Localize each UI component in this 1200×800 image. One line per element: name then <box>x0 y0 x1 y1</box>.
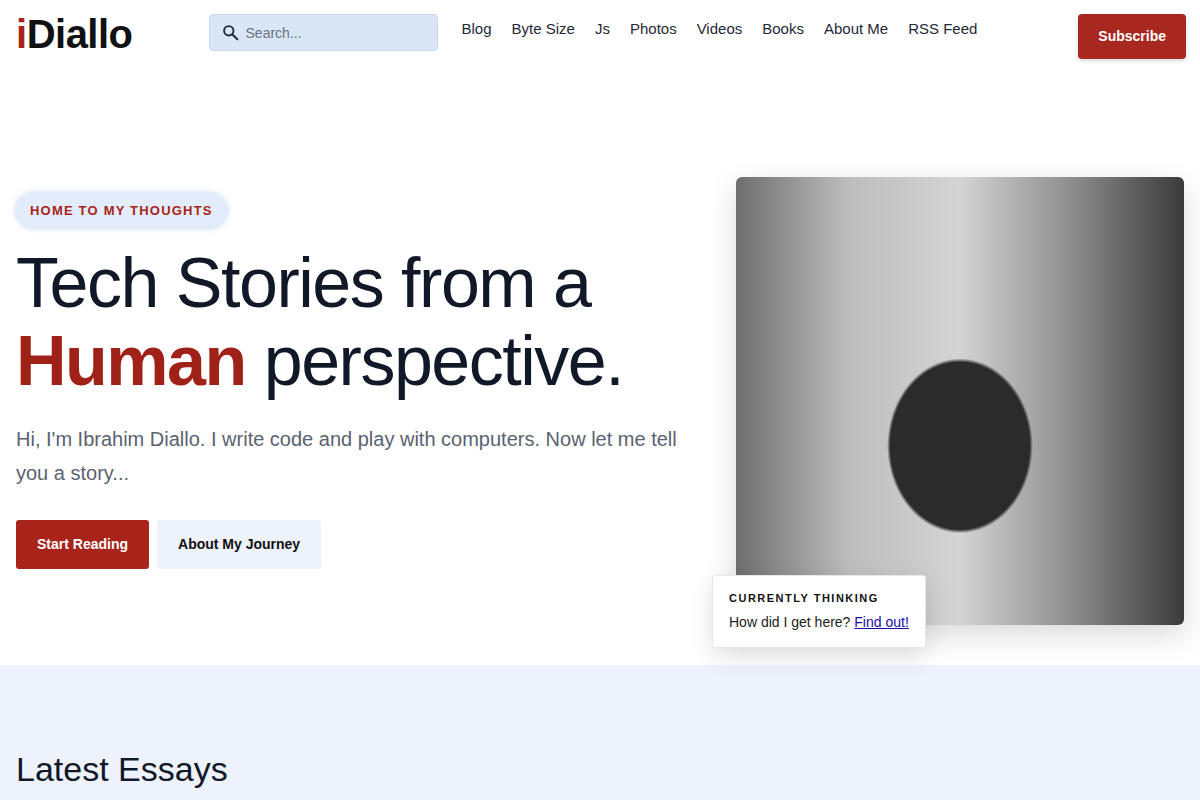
search-box <box>209 14 438 51</box>
nav-link[interactable]: Byte Size <box>512 18 575 41</box>
nav-link[interactable]: Videos <box>697 18 743 41</box>
nav-link[interactable]: Photos <box>630 18 677 41</box>
nav-link[interactable]: Blog <box>462 18 492 41</box>
hero-buttons: Start ReadingAbout My Journey <box>16 520 696 569</box>
thinking-text: How did I get here? Find out! <box>729 612 909 633</box>
thinking-card: CURRENTLY THINKING How did I get here? Fi… <box>712 575 926 649</box>
hero-text: HOME TO MY THOUGHTS Tech Stories from aHu… <box>16 193 736 570</box>
search-input[interactable] <box>244 15 429 50</box>
nav-link[interactable]: Books <box>762 18 804 41</box>
thinking-question: How did I get here? <box>729 614 850 630</box>
start-reading-button[interactable]: Start Reading <box>16 520 149 569</box>
title-rest: perspective. <box>264 322 623 400</box>
latest-essays-title: Latest Essays <box>16 749 1184 790</box>
photo-frame: CURRENTLY THINKINGHow did I get here? Fi… <box>736 177 1184 625</box>
hero-title: Tech Stories from aHuman perspective. <box>16 244 696 400</box>
main-nav: Blog Byte Size Js Photos Videos Books About Me… <box>462 18 978 41</box>
nav-link[interactable]: RSS Feed <box>908 18 977 41</box>
subscribe-button[interactable]: Subscribe <box>1078 14 1186 59</box>
speaker-photo <box>736 177 1184 625</box>
hero-intro: Hi, I'm Ibrahim Diallo. I write code and… <box>16 422 686 490</box>
find-out-link[interactable]: Find out! <box>854 614 908 630</box>
about-journey-button[interactable]: About My Journey <box>157 520 321 569</box>
latest-essays-section: Latest Essays <box>0 665 1200 800</box>
logo-name: Diallo <box>27 14 133 54</box>
nav-link[interactable]: Js <box>595 18 610 41</box>
site-header: iDiallo Blog Byte Size Js Photos Videos Books A… <box>0 0 1200 70</box>
site-logo[interactable]: iDiallo <box>16 14 133 54</box>
nav-link[interactable]: About Me <box>824 18 888 41</box>
hero-badge: HOME TO MY THOUGHTS <box>16 193 227 229</box>
title-line: Tech Stories from a <box>16 244 591 322</box>
thinking-label: CURRENTLY THINKING <box>729 590 909 607</box>
title-highlight: Human <box>16 322 246 400</box>
hero-section: HOME TO MY THOUGHTS Tech Stories from aHu… <box>0 70 1200 665</box>
logo-prefix: i <box>16 14 27 54</box>
magnifier-icon <box>222 24 239 41</box>
